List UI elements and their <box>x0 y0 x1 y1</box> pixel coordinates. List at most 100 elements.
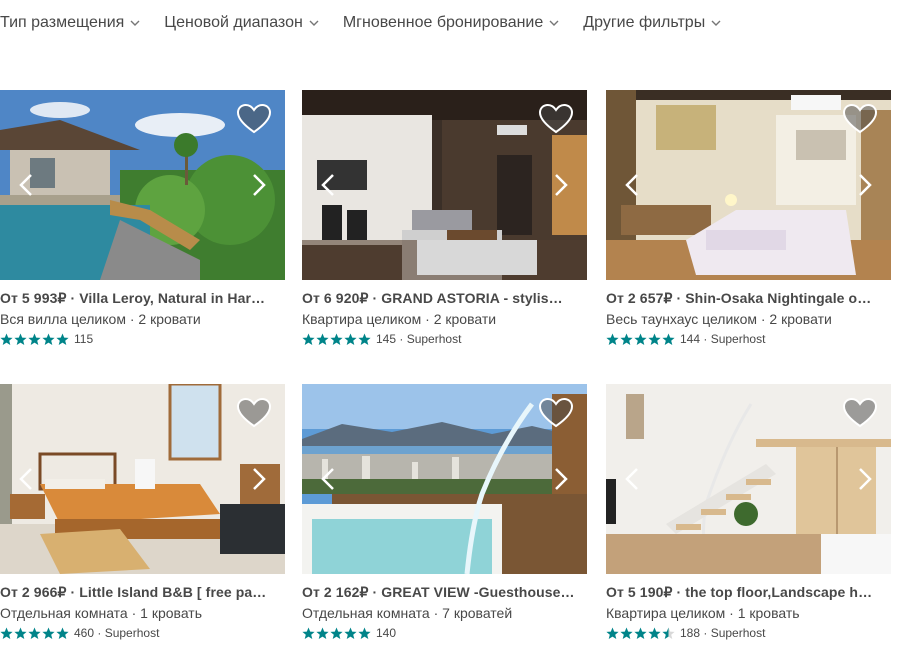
star-rating <box>302 627 372 640</box>
star-icon <box>634 333 647 345</box>
listing-title[interactable]: От 5 190₽ · the top floor,Landscape h… <box>606 584 891 601</box>
listing-name: GRAND ASTORIA - stylis… <box>381 290 563 306</box>
listing-photo[interactable] <box>0 90 285 280</box>
star-rating <box>606 627 676 640</box>
listing-name: Villa Leroy, Natural in Har… <box>79 290 266 306</box>
listing-rating: 188 · Superhost <box>606 626 891 640</box>
listing-rating: 115 <box>0 332 285 346</box>
filter-label: Тип размещения <box>0 14 125 31</box>
chevron-left-icon[interactable] <box>622 466 644 492</box>
listing-price: От 2 162₽ <box>302 584 369 600</box>
listing-type: Весь таунхаус целиком · 2 кровати <box>606 311 832 327</box>
star-icon <box>302 333 315 345</box>
chevron-down-icon <box>309 20 319 26</box>
star-icon <box>316 627 329 639</box>
heart-icon[interactable] <box>237 398 271 428</box>
listing-photo[interactable] <box>302 384 587 574</box>
star-icon <box>620 333 633 345</box>
chevron-left-icon[interactable] <box>16 466 38 492</box>
chevron-right-icon[interactable] <box>549 466 571 492</box>
listing-title[interactable]: От 5 993₽ · Villa Leroy, Natural in Har… <box>0 290 285 307</box>
listing-title[interactable]: От 6 920₽ · GRAND ASTORIA - stylis… <box>302 290 587 307</box>
listing-title[interactable]: От 2 966₽ · Little Island B&B [ free pa… <box>0 584 285 601</box>
listing-price: От 2 966₽ <box>0 584 67 600</box>
chevron-left-icon[interactable] <box>622 172 644 198</box>
listing-title[interactable]: От 2 162₽ · GREAT VIEW -Guesthouse… <box>302 584 587 601</box>
listing-card[interactable]: От 2 162₽ · GREAT VIEW -Guesthouse… Отде… <box>302 384 587 640</box>
chevron-down-icon <box>130 20 140 26</box>
listing-type: Вся вилла целиком · 2 кровати <box>0 311 201 327</box>
star-icon <box>606 333 619 345</box>
star-icon <box>344 333 357 345</box>
listing-rating: 144 · Superhost <box>606 332 891 346</box>
listing-name: GREAT VIEW -Guesthouse… <box>381 584 575 600</box>
star-rating <box>302 333 372 346</box>
listing-card[interactable]: От 2 966₽ · Little Island B&B [ free pa…… <box>0 384 285 640</box>
star-icon <box>606 627 619 639</box>
review-count: 460 <box>74 626 95 640</box>
listing-card[interactable]: От 5 190₽ · the top floor,Landscape h… К… <box>606 384 891 640</box>
filter-bar: Тип размещения Ценовой диапазон Мгновенн… <box>0 14 745 32</box>
listing-photo[interactable] <box>302 90 587 280</box>
star-icon <box>28 627 41 639</box>
chevron-down-icon <box>711 20 721 26</box>
heart-icon[interactable] <box>843 398 877 428</box>
chevron-right-icon[interactable] <box>853 466 875 492</box>
superhost-badge: · Superhost <box>97 626 160 640</box>
review-count: 140 <box>376 626 397 640</box>
listing-type: Отдельная комната · 1 кровать <box>0 605 203 621</box>
listing-card[interactable]: От 5 993₽ · Villa Leroy, Natural in Har…… <box>0 90 285 346</box>
filter-more[interactable]: Другие фильтры <box>583 14 721 32</box>
star-icon <box>634 627 647 639</box>
listing-price: От 5 190₽ <box>606 584 673 600</box>
chevron-right-icon[interactable] <box>853 172 875 198</box>
chevron-left-icon[interactable] <box>318 172 340 198</box>
star-icon <box>42 333 55 345</box>
listing-name: Shin-Osaka Nightingale o… <box>685 290 872 306</box>
superhost-badge: · Superhost <box>399 332 462 346</box>
review-count: 115 <box>74 332 94 346</box>
listing-photo[interactable] <box>606 384 891 574</box>
star-icon <box>0 333 13 345</box>
star-icon <box>0 627 13 639</box>
star-icon <box>56 333 69 345</box>
chevron-right-icon[interactable] <box>247 466 269 492</box>
chevron-down-icon <box>549 20 559 26</box>
star-icon <box>28 333 41 345</box>
star-icon <box>648 333 661 345</box>
listing-photo[interactable] <box>0 384 285 574</box>
filter-instant-book[interactable]: Мгновенное бронирование <box>343 14 559 32</box>
filter-label: Другие фильтры <box>583 14 706 31</box>
filter-price-range[interactable]: Ценовой диапазон <box>164 14 319 32</box>
filter-label: Ценовой диапазон <box>164 14 303 31</box>
chevron-right-icon[interactable] <box>549 172 571 198</box>
star-icon <box>330 627 343 639</box>
chevron-right-icon[interactable] <box>247 172 269 198</box>
star-icon <box>14 333 27 345</box>
listing-rating: 460 · Superhost <box>0 626 285 640</box>
listing-type: Квартира целиком · 2 кровати <box>302 311 497 327</box>
chevron-left-icon[interactable] <box>16 172 38 198</box>
star-icon <box>648 627 661 639</box>
star-icon <box>620 627 633 639</box>
star-rating <box>606 333 676 346</box>
superhost-badge: · Superhost <box>703 332 766 346</box>
star-icon <box>344 627 357 639</box>
listing-photo[interactable] <box>606 90 891 280</box>
filter-property-type[interactable]: Тип размещения <box>0 14 140 32</box>
star-icon <box>14 627 27 639</box>
listing-card[interactable]: От 2 657₽ · Shin-Osaka Nightingale o… Ве… <box>606 90 891 346</box>
listing-price: От 2 657₽ <box>606 290 673 306</box>
chevron-left-icon[interactable] <box>318 466 340 492</box>
heart-icon[interactable] <box>539 104 573 134</box>
listing-card[interactable]: От 6 920₽ · GRAND ASTORIA - stylis… Квар… <box>302 90 587 346</box>
heart-icon[interactable] <box>539 398 573 428</box>
listing-price: От 6 920₽ <box>302 290 369 306</box>
review-count: 188 <box>680 626 701 640</box>
listing-type: Отдельная комната · 7 кроватей <box>302 605 513 621</box>
star-icon <box>662 333 675 345</box>
heart-icon[interactable] <box>843 104 877 134</box>
star-rating <box>0 627 70 640</box>
heart-icon[interactable] <box>237 104 271 134</box>
listing-title[interactable]: От 2 657₽ · Shin-Osaka Nightingale o… <box>606 290 891 307</box>
